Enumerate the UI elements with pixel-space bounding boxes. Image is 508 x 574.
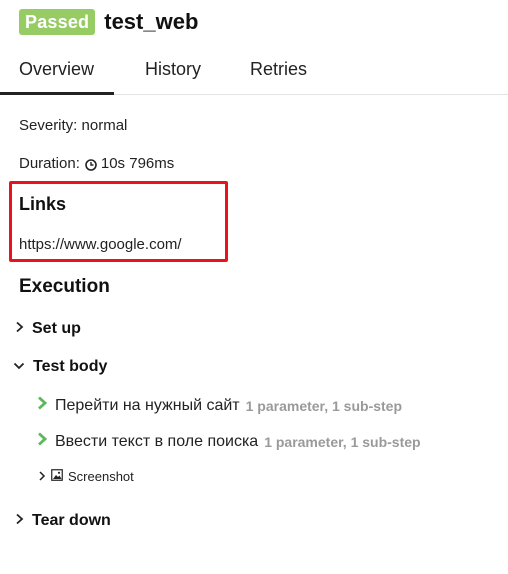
substep-enter-search[interactable]: Ввести текст в поле поиска 1 parameter, …: [37, 432, 421, 451]
severity-text: Severity: normal: [19, 117, 128, 134]
tab-retries[interactable]: Retries: [250, 56, 307, 94]
execution-title: Execution: [19, 276, 110, 297]
chevron-right-icon: [38, 469, 46, 484]
step-teardown[interactable]: Tear down: [15, 512, 111, 530]
duration-row: Duration: 10s 796ms: [19, 155, 174, 172]
duration-value: 10s 796ms: [100, 155, 175, 172]
substep-label: Ввести текст в поле поиска: [55, 432, 259, 450]
image-icon: [51, 469, 63, 484]
substep-meta: 1 parameter, 1 sub-step: [245, 397, 403, 414]
tab-overview[interactable]: Overview: [0, 56, 115, 95]
page-title: test_web: [104, 9, 199, 34]
tab-history[interactable]: History: [145, 56, 201, 94]
attachment-label: Screenshot: [68, 469, 134, 484]
step-setup[interactable]: Set up: [15, 320, 81, 338]
clock-icon: [85, 158, 97, 171]
links-title: Links: [19, 194, 67, 214]
severity-row: Severity: normal: [19, 117, 127, 134]
step-test-body-label: Test body: [33, 358, 108, 375]
substep-open-site[interactable]: Перейти на нужный сайт 1 parameter, 1 su…: [37, 396, 402, 415]
duration-label: Duration:: [19, 155, 80, 172]
chevron-right-icon: [37, 432, 48, 451]
link-url[interactable]: https://www.google.com/: [19, 236, 182, 253]
test-header: Passed test_web: [19, 9, 198, 35]
chevron-right-icon: [15, 512, 24, 530]
status-badge: Passed: [19, 9, 96, 35]
substep-meta: 1 parameter, 1 sub-step: [264, 433, 421, 450]
attachment-screenshot[interactable]: Screenshot: [38, 469, 134, 484]
step-setup-label: Set up: [32, 320, 81, 337]
chevron-right-icon: [37, 396, 48, 415]
step-test-body[interactable]: Test body: [13, 358, 107, 376]
substep-label: Перейти на нужный сайт: [55, 396, 240, 414]
chevron-down-icon: [13, 358, 25, 376]
step-teardown-label: Tear down: [32, 512, 111, 529]
chevron-right-icon: [15, 320, 24, 338]
tab-bar: Overview History Retries: [0, 56, 508, 95]
